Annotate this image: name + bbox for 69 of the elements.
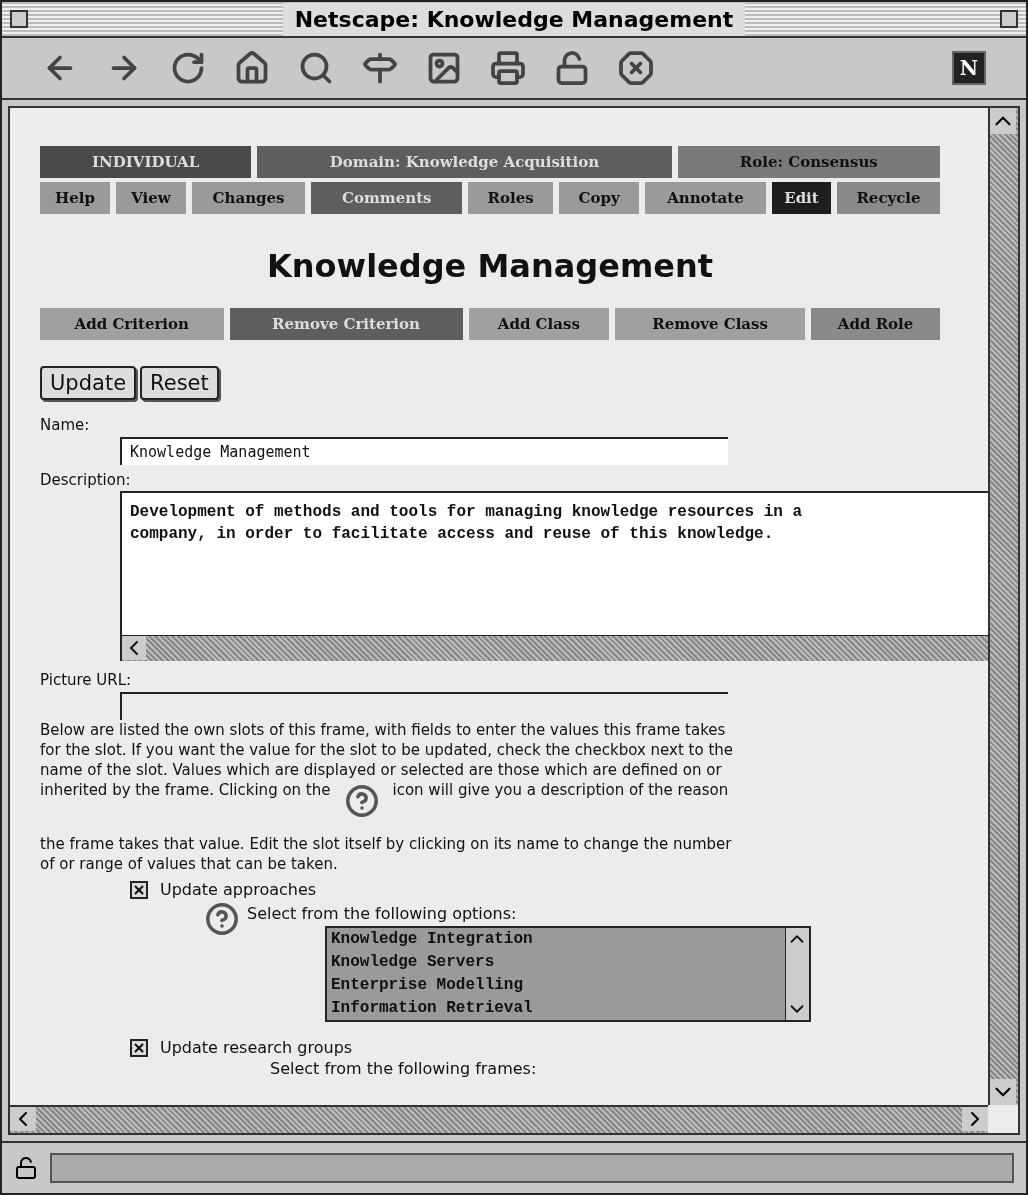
signpost-icon[interactable] <box>362 50 398 86</box>
horizontal-scrollbar[interactable] <box>122 635 988 661</box>
scroll-up-icon <box>990 108 1016 134</box>
scroll-left-icon <box>10 1107 36 1131</box>
field-label: Picture URL: <box>40 670 133 691</box>
nav-link[interactable]: View <box>116 182 186 214</box>
prompt-text: Select from the following frames: <box>270 1059 538 1078</box>
home-icon[interactable] <box>234 50 270 86</box>
list-option[interactable]: Knowledge Integration <box>331 927 781 951</box>
horizontal-scrollbar[interactable] <box>10 1105 988 1133</box>
nav-link[interactable]: Role: Consensus <box>677 146 940 178</box>
instructions-text: for the slot. If you want the value for the slot to be updated, check the checkbox next to the <box>40 739 734 760</box>
field-label: Description: <box>40 469 132 491</box>
vertical-scrollbar[interactable] <box>988 108 1018 1105</box>
instructions-text: icon will give you a description of the reason <box>392 779 729 800</box>
nav-link[interactable]: Changes <box>191 182 306 214</box>
nav-link[interactable]: Domain: Knowledge Acquisition <box>257 146 672 178</box>
scroll-down-icon <box>990 1079 1016 1105</box>
nav-link[interactable]: Comments <box>311 182 463 214</box>
zoom-box[interactable] <box>1000 10 1018 28</box>
input-field[interactable] <box>120 691 728 720</box>
form-button[interactable]: Reset <box>140 366 219 400</box>
window-title: Netscape: Knowledge Management <box>282 2 746 36</box>
nav-link[interactable]: Add Role <box>811 308 940 340</box>
list-option[interactable]: Information Retrieval <box>331 996 781 1020</box>
nav-link[interactable]: Help <box>40 182 111 214</box>
slot-label[interactable]: Update approaches <box>160 877 317 902</box>
field-label: Name: <box>40 415 91 436</box>
unlocked-padlock-icon[interactable] <box>554 50 590 86</box>
instructions-text: of or range of values that can be taken. <box>40 853 338 874</box>
nav-link[interactable]: INDIVIDUAL <box>40 146 252 178</box>
search-icon[interactable] <box>298 50 334 86</box>
prompt-text: Select from the following options: <box>247 902 518 925</box>
nav-link[interactable]: Remove Criterion <box>229 308 463 340</box>
nav-link[interactable]: Remove Class <box>615 308 806 340</box>
close-box[interactable] <box>10 10 28 28</box>
checkbox[interactable] <box>130 880 148 899</box>
logo-button[interactable]: N <box>952 51 986 85</box>
question-icon <box>344 783 379 818</box>
scroll-left-icon <box>122 636 146 660</box>
image-icon[interactable] <box>426 50 462 86</box>
question-icon <box>205 901 239 936</box>
nav-link[interactable]: Annotate <box>645 182 766 214</box>
form-button[interactable]: Update <box>40 366 137 400</box>
list-box[interactable]: Knowledge Integration Knowledge Servers Enterprise Modelling Information Retrieval <box>325 925 811 1022</box>
nav-link[interactable]: Add Criterion <box>40 308 224 340</box>
unlocked-padlock-icon[interactable] <box>14 1156 38 1180</box>
slot-label[interactable]: Update research groups <box>160 1035 353 1060</box>
x-mark-icon <box>132 1040 146 1055</box>
instructions-text: name of the slot. Values which are displayed or selected are those which are defined on or <box>40 759 722 780</box>
scroll-right-icon <box>962 1107 988 1131</box>
nav-link[interactable]: Roles <box>468 182 554 214</box>
printer-icon[interactable] <box>490 50 526 86</box>
reload-icon[interactable] <box>170 50 206 86</box>
nav-link[interactable]: Edit <box>771 182 832 214</box>
checkbox[interactable] <box>130 1038 148 1057</box>
nav-link[interactable]: Recycle <box>837 182 940 214</box>
input-field[interactable]: Knowledge Management <box>120 436 728 465</box>
instructions-text: inherited by the frame. Clicking on the <box>40 779 331 800</box>
nav-link[interactable]: Add Class <box>468 308 610 340</box>
text-area[interactable]: Development of methods and tools for managing knowledge resources in a company, in order to facilitate access and reuse of this knowledge. <box>120 491 988 661</box>
x-mark-icon <box>132 882 146 897</box>
stop-icon[interactable] <box>618 50 654 86</box>
nav-link[interactable]: Copy <box>559 182 639 214</box>
list-option[interactable]: Enterprise Modelling <box>331 973 781 997</box>
instructions-text: Below are listed the own slots of this frame, with fields to enter the values this frame takes <box>40 719 726 740</box>
list-option[interactable]: Knowledge Servers <box>331 950 781 974</box>
page-heading: Knowledge Management <box>266 246 714 287</box>
instructions-text: the frame takes that value. Edit the slot itself by clicking on its name to change the number <box>40 833 732 854</box>
